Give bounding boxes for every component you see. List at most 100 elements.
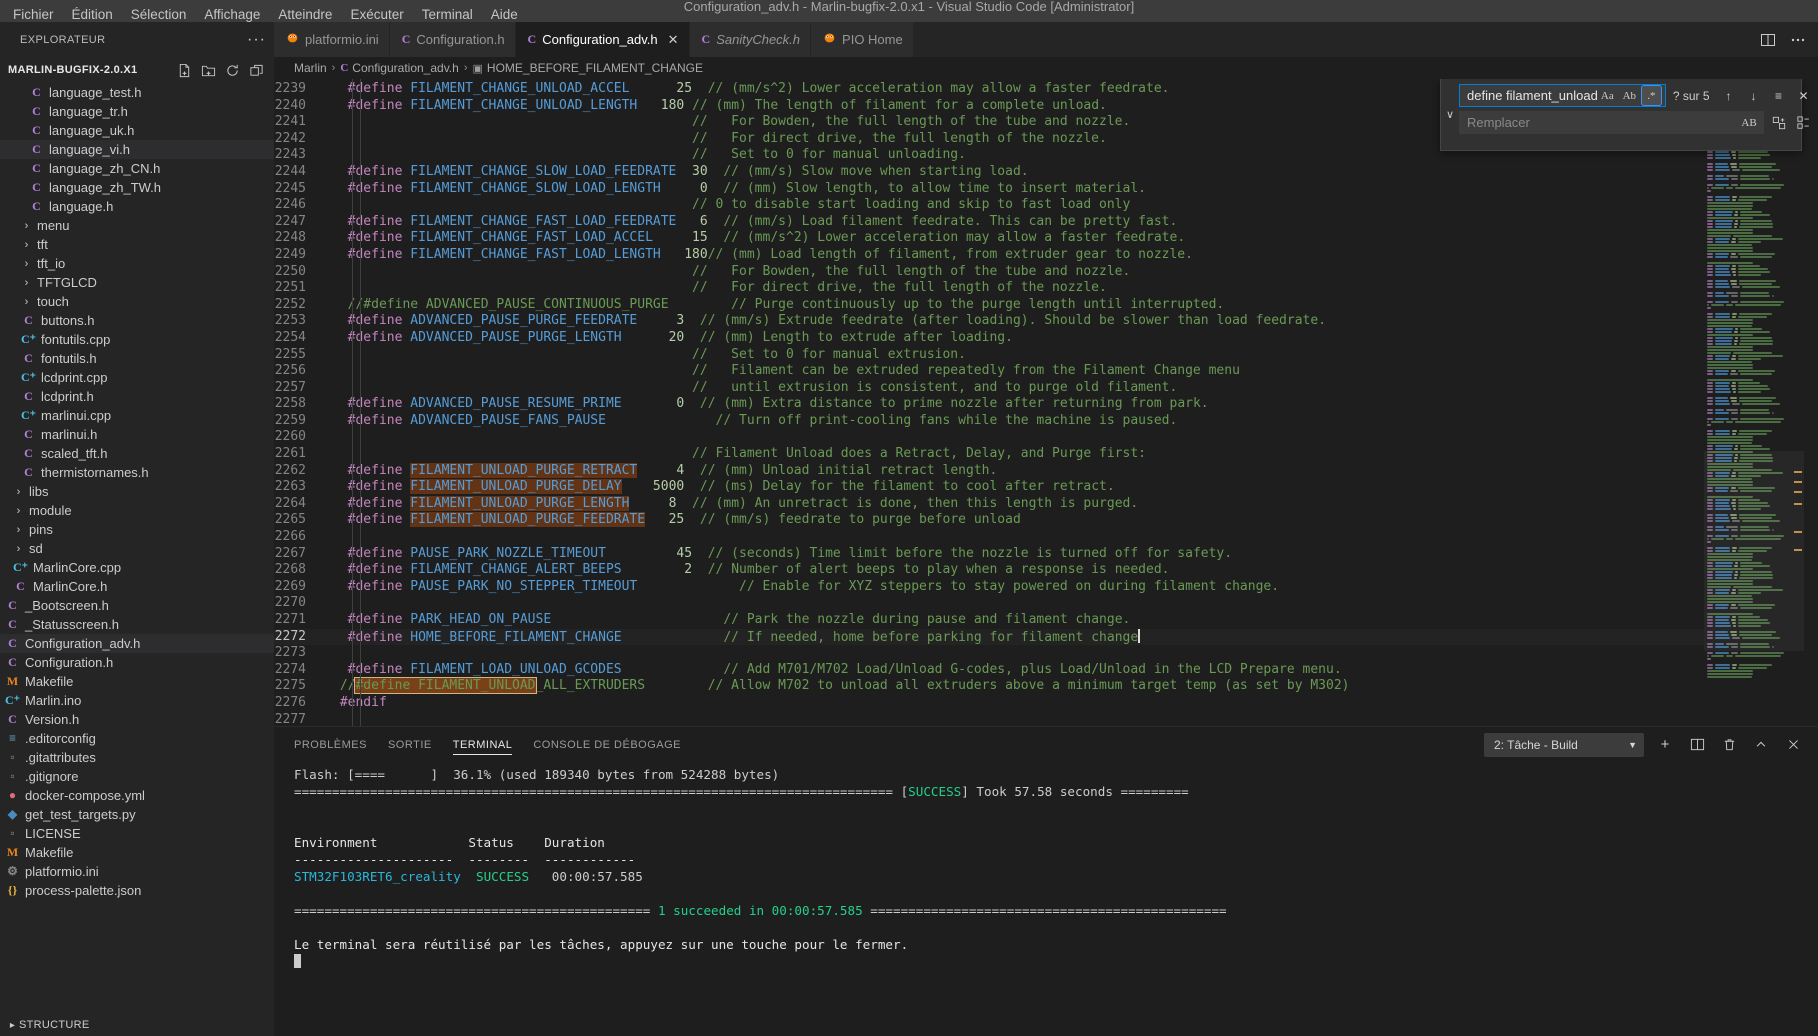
- editor-tab[interactable]: C SanityCheck.h: [689, 22, 812, 57]
- tree-file[interactable]: ▫ .gitattributes: [0, 748, 274, 767]
- split-editor-icon[interactable]: [1760, 32, 1776, 48]
- replace-all-icon[interactable]: [1794, 113, 1814, 133]
- code-line[interactable]: 2257 // until extrusion is consistent, a…: [274, 380, 1704, 397]
- match-whole-word-icon[interactable]: Ab: [1620, 86, 1639, 105]
- file-tree[interactable]: Clanguage_test.h Clanguage_tr.h Clanguage_…: [0, 83, 274, 1014]
- breadcrumb[interactable]: Marlin › C Configuration_adv.h › ▣ HOME_BEFORE…: [274, 57, 1818, 79]
- tree-file[interactable]: Clanguage_zh_CN.h: [0, 159, 274, 178]
- code-line[interactable]: 2273: [274, 645, 1704, 662]
- tree-file[interactable]: Clanguage_uk.h: [0, 121, 274, 140]
- match-case-icon[interactable]: Aa: [1598, 86, 1617, 105]
- tree-file[interactable]: M Makefile: [0, 672, 274, 691]
- code-line[interactable]: 2254 #define ADVANCED_PAUSE_PURGE_LENGTH…: [274, 330, 1704, 347]
- tree-file[interactable]: C MarlinCore.h: [0, 577, 274, 596]
- breadcrumb-item[interactable]: Marlin: [294, 61, 327, 75]
- terminal-selector[interactable]: 2: Tâche - Build ▼: [1484, 732, 1644, 757]
- tree-folder[interactable]: › module: [0, 501, 274, 520]
- chevron-right-icon[interactable]: ›: [12, 505, 25, 517]
- panel-tabs[interactable]: PROBLÈMES SORTIE TERMINAL CONSOLE DE DÉBOGA…: [274, 727, 1818, 762]
- code-line[interactable]: 2248 #define FILAMENT_CHANGE_FAST_LOAD_A…: [274, 230, 1704, 247]
- use-regex-icon[interactable]: .*: [1640, 85, 1662, 106]
- tree-file[interactable]: Cmarlinui.h: [0, 425, 274, 444]
- close-panel-icon[interactable]: [1782, 734, 1804, 756]
- tree-folder[interactable]: › libs: [0, 482, 274, 501]
- explorer-more-actions-icon[interactable]: ···: [247, 31, 266, 49]
- tree-file[interactable]: C Version.h: [0, 710, 274, 729]
- tree-file[interactable]: C _Statusscreen.h: [0, 615, 274, 634]
- chevron-right-icon[interactable]: ›: [20, 239, 33, 251]
- code-line[interactable]: 2247 #define FILAMENT_CHANGE_FAST_LOAD_F…: [274, 214, 1704, 231]
- tree-file[interactable]: Clanguage_test.h: [0, 83, 274, 102]
- panel-tab[interactable]: PROBLÈMES: [294, 727, 367, 762]
- tree-file[interactable]: C⁺ lcdprint.cpp: [0, 368, 274, 387]
- tree-file[interactable]: C⁺ MarlinCore.cpp: [0, 558, 274, 577]
- code-line[interactable]: 2271 #define PARK_HEAD_ON_PAUSE // Park …: [274, 612, 1704, 629]
- code-line[interactable]: 2245 #define FILAMENT_CHANGE_SLOW_LOAD_L…: [274, 181, 1704, 198]
- code-line[interactable]: 2265 #define FILAMENT_UNLOAD_PURGE_FEEDR…: [274, 512, 1704, 529]
- editor-scrollbar[interactable]: [1804, 79, 1818, 726]
- tree-file[interactable]: Clanguage_tr.h: [0, 102, 274, 121]
- workspace-folder-header[interactable]: MARLIN-BUGFIX-2.0.X1: [0, 57, 274, 83]
- code-line[interactable]: 2252 //#define ADVANCED_PAUSE_CONTINUOUS…: [274, 297, 1704, 314]
- minimap-slider[interactable]: [1704, 451, 1804, 651]
- code-line[interactable]: 2270: [274, 595, 1704, 612]
- tree-folder[interactable]: › sd: [0, 539, 274, 558]
- tree-file[interactable]: Clanguage_vi.h: [0, 140, 274, 159]
- minimap[interactable]: [1704, 79, 1804, 726]
- chevron-right-icon[interactable]: ›: [12, 543, 25, 555]
- find-previous-icon[interactable]: ↑: [1719, 86, 1739, 106]
- tree-folder[interactable]: › pins: [0, 520, 274, 539]
- tree-file[interactable]: Cfontutils.h: [0, 349, 274, 368]
- code-line[interactable]: 2264 #define FILAMENT_UNLOAD_PURGE_LENGT…: [274, 495, 1704, 513]
- menu-item-slection[interactable]: Sélection: [122, 8, 196, 22]
- tree-folder[interactable]: › touch: [0, 292, 274, 311]
- tree-file[interactable]: ⚙ platformio.ini: [0, 862, 274, 881]
- code-line[interactable]: 2277: [274, 712, 1704, 726]
- replace-input[interactable]: Remplacer AB: [1459, 111, 1764, 134]
- kill-terminal-icon[interactable]: [1718, 734, 1740, 756]
- code-line[interactable]: 2262 #define FILAMENT_UNLOAD_PURGE_RETRA…: [274, 462, 1704, 480]
- preserve-case-icon[interactable]: AB: [1740, 113, 1759, 132]
- menu-item-fichier[interactable]: Fichier: [4, 8, 63, 22]
- tree-file[interactable]: ◆ get_test_targets.py: [0, 805, 274, 824]
- panel-tab[interactable]: CONSOLE DE DÉBOGAGE: [533, 727, 681, 762]
- tree-file[interactable]: Clanguage_zh_TW.h: [0, 178, 274, 197]
- tree-file[interactable]: C _Bootscreen.h: [0, 596, 274, 615]
- tree-file[interactable]: ● docker-compose.yml: [0, 786, 274, 805]
- chevron-right-icon[interactable]: ›: [20, 277, 33, 289]
- code-line[interactable]: 2256 // Filament can be extruded repeate…: [274, 363, 1704, 380]
- code-line[interactable]: 2269 #define PAUSE_PARK_NO_STEPPER_TIMEO…: [274, 579, 1704, 596]
- breadcrumb-item[interactable]: ▣ HOME_BEFORE_FILAMENT_CHANGE: [473, 61, 703, 75]
- editor-tab[interactable]: C Configuration_adv.h ✕: [515, 22, 690, 57]
- new-file-icon[interactable]: [177, 63, 192, 78]
- find-input[interactable]: define filament_unload Aa Ab .*: [1459, 84, 1666, 107]
- code-line[interactable]: 2261 // Filament Unload does a Retract, …: [274, 446, 1704, 463]
- chevron-right-icon[interactable]: ›: [12, 486, 25, 498]
- code-line[interactable]: 2263 #define FILAMENT_UNLOAD_PURGE_DELAY…: [274, 479, 1704, 496]
- editor-tab[interactable]: platformio.ini: [274, 22, 390, 57]
- maximize-panel-icon[interactable]: [1750, 734, 1772, 756]
- tree-folder[interactable]: › TFTGLCD: [0, 273, 274, 292]
- code-line[interactable]: 2255 // Set to 0 for manual extrusion.: [274, 347, 1704, 364]
- find-replace-widget[interactable]: ∨ define filament_unload Aa Ab .* ? sur …: [1440, 79, 1809, 151]
- chevron-right-icon[interactable]: ›: [12, 524, 25, 536]
- code-line[interactable]: 2244 #define FILAMENT_CHANGE_SLOW_LOAD_F…: [274, 164, 1704, 181]
- new-terminal-icon[interactable]: +: [1654, 734, 1676, 756]
- collapse-folders-icon[interactable]: [249, 63, 264, 78]
- panel-tab[interactable]: SORTIE: [388, 727, 432, 762]
- code-line[interactable]: 2266: [274, 529, 1704, 546]
- tree-file[interactable]: ▫ .gitignore: [0, 767, 274, 786]
- tree-file[interactable]: Cscaled_tft.h: [0, 444, 274, 463]
- tree-file[interactable]: M Makefile: [0, 843, 274, 862]
- code-line[interactable]: 2250 // For Bowden, the full length of t…: [274, 264, 1704, 281]
- code-editor[interactable]: 2239 #define FILAMENT_CHANGE_UNLOAD_ACCE…: [274, 79, 1704, 726]
- panel-tab[interactable]: TERMINAL: [452, 727, 513, 762]
- tree-file[interactable]: C Configuration.h: [0, 653, 274, 672]
- menu-bar[interactable]: Fichier Édition Sélection Affichage Atteindr…: [0, 0, 527, 22]
- tree-file[interactable]: C⁺ Marlin.ino: [0, 691, 274, 710]
- replace-one-icon[interactable]: [1769, 113, 1789, 133]
- chevron-right-icon[interactable]: ›: [20, 220, 33, 232]
- new-folder-icon[interactable]: [201, 63, 216, 78]
- find-next-icon[interactable]: ↓: [1744, 86, 1764, 106]
- tree-file[interactable]: ≡ .editorconfig: [0, 729, 274, 748]
